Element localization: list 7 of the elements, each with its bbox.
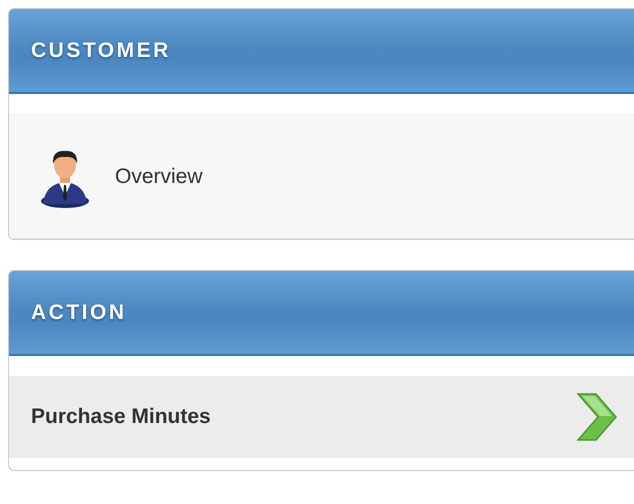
chevron-right-icon xyxy=(576,392,618,442)
panel-title: CUSTOMER xyxy=(31,38,171,64)
item-label[interactable]: Purchase Minutes xyxy=(31,401,211,433)
panel-title: ACTION xyxy=(31,300,126,326)
action-row[interactable]: Purchase Minutes xyxy=(9,376,634,458)
overview-row[interactable]: Overview xyxy=(9,114,634,239)
item-label[interactable]: Overview xyxy=(115,160,203,192)
